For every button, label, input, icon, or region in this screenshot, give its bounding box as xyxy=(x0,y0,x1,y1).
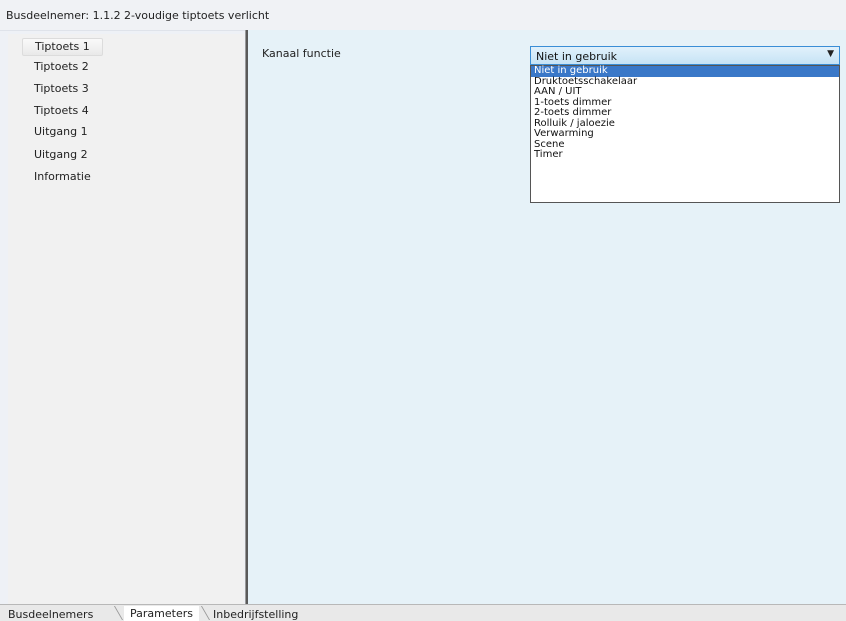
window-title: Busdeelnemer: 1.1.2 2-voudige tiptoets v… xyxy=(6,9,270,22)
title-bar: Busdeelnemer: 1.1.2 2-voudige tiptoets v… xyxy=(0,0,846,31)
tab-separator xyxy=(113,606,124,620)
option-scene[interactable]: Scene xyxy=(531,139,839,151)
tab-parameters[interactable]: Parameters xyxy=(124,606,199,621)
parameter-panel: Kanaal functie Niet in gebruik ▼ Niet in… xyxy=(248,30,846,604)
kanaal-functie-label: Kanaal functie xyxy=(262,47,341,60)
sidebar: Tiptoets 1 Tiptoets 2 Tiptoets 3 Tiptoet… xyxy=(8,34,244,604)
tab-busdeelnemers[interactable]: Busdeelnemers xyxy=(8,608,93,621)
option-timer[interactable]: Timer xyxy=(531,149,839,161)
option-verwarming[interactable]: Verwarming xyxy=(531,128,839,140)
sidebar-item-tiptoets-2[interactable]: Tiptoets 2 xyxy=(34,60,89,73)
option-2-toets-dimmer[interactable]: 2-toets dimmer xyxy=(531,107,839,119)
tab-separator xyxy=(200,606,211,620)
kanaal-functie-select[interactable]: Niet in gebruik ▼ xyxy=(530,46,840,65)
kanaal-functie-dropdown: Niet in gebruik Druktoetsschakelaar AAN … xyxy=(530,65,840,203)
tab-inbedrijfstelling[interactable]: Inbedrijfstelling xyxy=(213,608,298,621)
select-value: Niet in gebruik xyxy=(536,50,618,63)
sidebar-item-tiptoets-4[interactable]: Tiptoets 4 xyxy=(34,104,89,117)
chevron-down-icon[interactable]: ▼ xyxy=(827,49,834,59)
bottom-tab-bar: Busdeelnemers Parameters Inbedrijfstelli… xyxy=(0,604,846,621)
sidebar-item-tiptoets-3[interactable]: Tiptoets 3 xyxy=(34,82,89,95)
option-aan-uit[interactable]: AAN / UIT xyxy=(531,86,839,98)
sidebar-item-uitgang-2[interactable]: Uitgang 2 xyxy=(34,148,88,161)
sidebar-item-uitgang-1[interactable]: Uitgang 1 xyxy=(34,125,88,138)
sidebar-item-tiptoets-1[interactable]: Tiptoets 1 xyxy=(22,38,103,56)
sidebar-item-informatie[interactable]: Informatie xyxy=(34,170,91,183)
option-niet-in-gebruik[interactable]: Niet in gebruik xyxy=(531,65,839,77)
